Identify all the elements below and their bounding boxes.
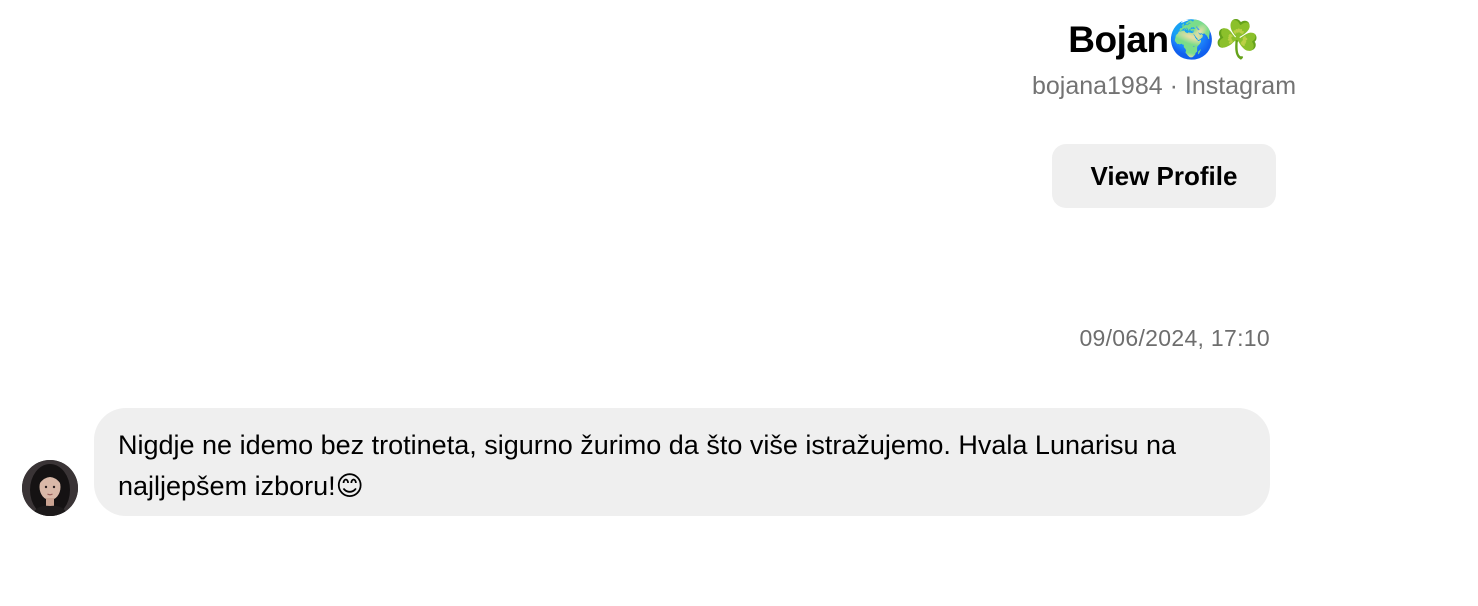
profile-header: Bojan🌍☘️ bojana1984 · Instagram bbox=[1000, 14, 1328, 104]
subtitle-separator: · bbox=[1162, 72, 1185, 100]
profile-subtitle: bojana1984 · Instagram bbox=[1000, 68, 1328, 104]
message-text: Nigdje ne idemo bez trotineta, sigurno ž… bbox=[118, 430, 1177, 501]
profile-name: Bojan🌍☘️ bbox=[1068, 19, 1260, 60]
view-profile-button[interactable]: View Profile bbox=[1052, 144, 1276, 208]
profile-platform: Instagram bbox=[1184, 72, 1297, 100]
message-bubble[interactable]: Nigdje ne idemo bez trotineta, sigurno ž… bbox=[94, 408, 1270, 516]
sender-avatar[interactable] bbox=[22, 460, 78, 516]
user-avatar-icon bbox=[22, 460, 78, 516]
message-timestamp: 09/06/2024, 17:10 bbox=[1079, 325, 1270, 351]
profile-username: bojana1984 bbox=[1031, 72, 1163, 100]
